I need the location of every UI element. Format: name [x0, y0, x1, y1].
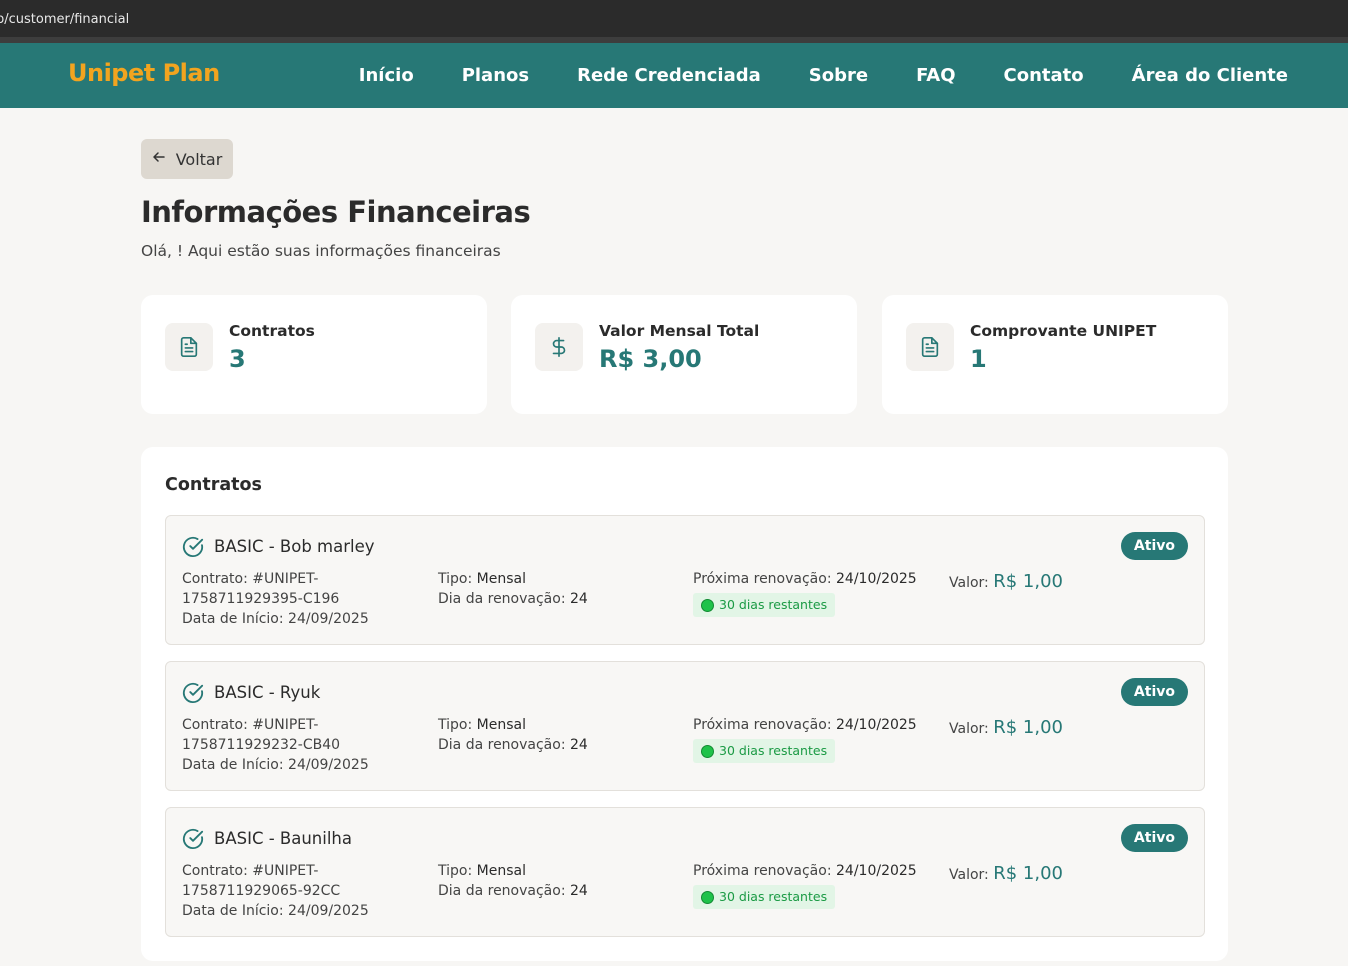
contract-title: BASIC - Bob marley — [214, 537, 375, 556]
status-badge: Ativo — [1120, 532, 1188, 560]
renewal-info: Próxima renovação: 24/10/2025 30 dias re… — [693, 861, 917, 910]
stat-label: Contratos — [229, 322, 315, 340]
check-circle-icon — [182, 536, 204, 557]
stat-value: R$ 3,00 — [599, 345, 702, 373]
stat-label: Comprovante UNIPET — [970, 322, 1157, 340]
nav-links: Início Planos Rede Credenciada Sobre FAQ… — [359, 43, 1288, 108]
green-dot-icon — [701, 744, 714, 758]
type-label: Tipo: — [438, 717, 473, 733]
next-renewal-date: 24/10/2025 — [836, 571, 917, 587]
back-button[interactable]: Voltar — [141, 139, 233, 179]
document-icon — [906, 323, 954, 371]
days-left-badge: 30 dias restantes — [693, 593, 836, 617]
contract-info: Contrato: #UNIPET-1758711929065-92CC Dat… — [182, 861, 428, 921]
contracts-panel: Contratos BASIC - Bob marley Ativo Contr… — [141, 447, 1228, 961]
arrow-left-icon — [152, 150, 166, 168]
contract-number-label: Contrato: — [182, 717, 248, 733]
stat-card-valor-mensal: Valor Mensal Total R$ 3,00 — [511, 295, 857, 414]
days-left-badge: 30 dias restantes — [693, 739, 836, 763]
start-date-label: Data de Início: — [182, 903, 284, 919]
renewal-info: Próxima renovação: 24/10/2025 30 dias re… — [693, 569, 917, 618]
contract-value: Valor: R$ 1,00 — [949, 863, 1063, 884]
nav-link-planos[interactable]: Planos — [462, 65, 529, 86]
next-renewal-label: Próxima renovação: — [693, 717, 832, 733]
days-left-badge: 30 dias restantes — [693, 885, 836, 909]
check-circle-icon — [182, 828, 204, 849]
contract-type-info: Tipo: Mensal Dia da renovação: 24 — [438, 715, 588, 755]
value-label: Valor: — [949, 867, 989, 883]
type-label: Tipo: — [438, 863, 473, 879]
nav-link-inicio[interactable]: Início — [359, 65, 414, 86]
status-badge: Ativo — [1120, 678, 1188, 706]
contract-type: Mensal — [476, 863, 526, 879]
contract-number-label: Contrato: — [182, 863, 248, 879]
status-badge: Ativo — [1120, 824, 1188, 852]
page-title: Informações Financeiras — [141, 195, 531, 229]
top-navbar: Unipet Plan Início Planos Rede Credencia… — [0, 43, 1348, 108]
renewal-day: 24 — [570, 737, 588, 753]
renewal-day-label: Dia da renovação: — [438, 883, 566, 899]
stat-value: 1 — [970, 345, 987, 373]
stat-value: 3 — [229, 345, 246, 373]
browser-url-bar[interactable]: p/customer/financial — [0, 0, 1348, 37]
dollar-icon — [535, 323, 583, 371]
stat-label: Valor Mensal Total — [599, 322, 760, 340]
renewal-day: 24 — [570, 591, 588, 607]
contract-card[interactable]: BASIC - Bob marley Ativo Contrato: #UNIP… — [165, 515, 1205, 645]
contract-info: Contrato: #UNIPET-1758711929232-CB40 Dat… — [182, 715, 428, 775]
page-subtitle: Olá, ! Aqui estão suas informações finan… — [141, 242, 501, 260]
renewal-day-label: Dia da renovação: — [438, 737, 566, 753]
contract-card[interactable]: BASIC - Ryuk Ativo Contrato: #UNIPET-175… — [165, 661, 1205, 791]
next-renewal-label: Próxima renovação: — [693, 571, 832, 587]
renewal-info: Próxima renovação: 24/10/2025 30 dias re… — [693, 715, 917, 764]
green-dot-icon — [701, 598, 714, 612]
contract-type-info: Tipo: Mensal Dia da renovação: 24 — [438, 861, 588, 901]
value-label: Valor: — [949, 721, 989, 737]
contract-card[interactable]: BASIC - Baunilha Ativo Contrato: #UNIPET… — [165, 807, 1205, 937]
contract-type: Mensal — [476, 571, 526, 587]
value-amount: R$ 1,00 — [993, 717, 1063, 738]
logo[interactable]: Unipet Plan — [68, 59, 220, 87]
stat-card-comprovante: Comprovante UNIPET 1 — [882, 295, 1228, 414]
url-text: p/customer/financial — [0, 11, 130, 27]
start-date: 24/09/2025 — [288, 757, 369, 773]
start-date: 24/09/2025 — [288, 611, 369, 627]
type-label: Tipo: — [438, 571, 473, 587]
start-date-label: Data de Início: — [182, 757, 284, 773]
nav-link-area-do-cliente[interactable]: Área do Cliente — [1132, 65, 1288, 86]
days-left-text: 30 dias restantes — [719, 597, 828, 612]
stat-card-contratos: Contratos 3 — [141, 295, 487, 414]
nav-link-sobre[interactable]: Sobre — [809, 65, 868, 86]
nav-link-contato[interactable]: Contato — [1004, 65, 1084, 86]
renewal-day-label: Dia da renovação: — [438, 591, 566, 607]
next-renewal-date: 24/10/2025 — [836, 863, 917, 879]
contract-title: BASIC - Baunilha — [214, 829, 352, 848]
days-left-text: 30 dias restantes — [719, 889, 828, 904]
contract-type: Mensal — [476, 717, 526, 733]
contract-title: BASIC - Ryuk — [214, 683, 321, 702]
nav-link-faq[interactable]: FAQ — [916, 65, 955, 86]
nav-link-rede-credenciada[interactable]: Rede Credenciada — [577, 65, 761, 86]
renewal-day: 24 — [570, 883, 588, 899]
start-date: 24/09/2025 — [288, 903, 369, 919]
next-renewal-date: 24/10/2025 — [836, 717, 917, 733]
document-icon — [165, 323, 213, 371]
contract-info: Contrato: #UNIPET-1758711929395-C196 Dat… — [182, 569, 428, 629]
value-amount: R$ 1,00 — [993, 863, 1063, 884]
start-date-label: Data de Início: — [182, 611, 284, 627]
contract-number-label: Contrato: — [182, 571, 248, 587]
green-dot-icon — [701, 890, 714, 904]
value-amount: R$ 1,00 — [993, 571, 1063, 592]
days-left-text: 30 dias restantes — [719, 743, 828, 758]
next-renewal-label: Próxima renovação: — [693, 863, 832, 879]
back-button-label: Voltar — [175, 149, 223, 169]
contracts-panel-title: Contratos — [165, 475, 262, 495]
contract-value: Valor: R$ 1,00 — [949, 571, 1063, 592]
contract-value: Valor: R$ 1,00 — [949, 717, 1063, 738]
value-label: Valor: — [949, 575, 989, 591]
check-circle-icon — [182, 682, 204, 703]
contract-type-info: Tipo: Mensal Dia da renovação: 24 — [438, 569, 588, 609]
